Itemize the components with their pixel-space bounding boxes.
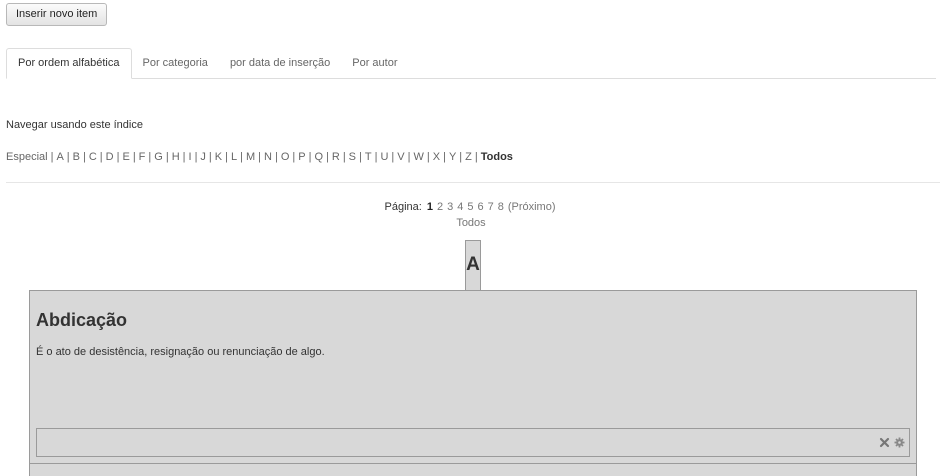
- index-letter-e[interactable]: E: [122, 151, 129, 163]
- index-letter-a[interactable]: A: [56, 151, 63, 163]
- index-all: Todos: [480, 151, 513, 163]
- index-heading: Navegar usando este índice: [6, 119, 143, 131]
- index-letter-m[interactable]: M: [246, 151, 255, 163]
- glossary-entry-next: [29, 463, 917, 476]
- index-letter-v[interactable]: V: [397, 151, 404, 163]
- page-link-8[interactable]: 8: [496, 201, 506, 213]
- index-separator: |: [326, 151, 329, 163]
- index-letter-r[interactable]: R: [332, 151, 340, 163]
- index-letter-g[interactable]: G: [154, 151, 163, 163]
- settings-icon[interactable]: [894, 437, 905, 448]
- index-separator: |: [274, 151, 278, 163]
- glossary-entry: Abdicação É o ato de desistência, resign…: [29, 290, 917, 464]
- index-separator: |: [342, 151, 346, 163]
- index-separator: |: [474, 151, 478, 163]
- index-separator: |: [182, 151, 186, 163]
- divider: [6, 182, 940, 183]
- page-link-6[interactable]: 6: [475, 201, 485, 213]
- index-letter-x[interactable]: X: [433, 151, 440, 163]
- tab-date[interactable]: por data de inserção: [219, 48, 341, 78]
- index-separator: |: [165, 151, 169, 163]
- index-separator: |: [359, 151, 362, 163]
- pagination-all[interactable]: Todos: [0, 217, 942, 229]
- index-letter-t[interactable]: T: [365, 151, 372, 163]
- pagination: Página: 1 2 3 4 5 6 7 8 (Próximo): [0, 201, 942, 213]
- index-letter-h[interactable]: H: [172, 151, 180, 163]
- section-letter: A: [465, 240, 481, 290]
- index-separator: |: [225, 151, 228, 163]
- index-letter-w[interactable]: W: [413, 151, 423, 163]
- index-separator: |: [148, 151, 152, 163]
- index-letter-d[interactable]: D: [106, 151, 114, 163]
- index-letter-c[interactable]: C: [89, 151, 97, 163]
- index-separator: |: [391, 151, 395, 163]
- glossary-page: Inserir novo item Por ordem alfabética P…: [0, 0, 942, 476]
- page-link-1: 1: [426, 201, 433, 213]
- entry-footer: [36, 428, 910, 457]
- page-link-5[interactable]: 5: [465, 201, 475, 213]
- index-separator: |: [426, 151, 430, 163]
- tab-alphabetical[interactable]: Por ordem alfabética: [6, 48, 132, 79]
- view-tabs: Por ordem alfabética Por categoria por d…: [6, 47, 936, 79]
- tab-author[interactable]: Por autor: [341, 48, 408, 78]
- page-link-3[interactable]: 3: [445, 201, 455, 213]
- index-letter-p[interactable]: P: [298, 151, 305, 163]
- page-link-4[interactable]: 4: [455, 201, 465, 213]
- pagination-next[interactable]: (Próximo): [506, 201, 558, 213]
- page-link-2[interactable]: 2: [435, 201, 445, 213]
- pagination-label: Página:: [384, 201, 422, 213]
- index-separator: |: [82, 151, 86, 163]
- index-letter-b[interactable]: B: [73, 151, 80, 163]
- index-letter-q[interactable]: Q: [314, 151, 323, 163]
- index-letter-z[interactable]: Z: [465, 151, 472, 163]
- tab-category[interactable]: Por categoria: [132, 48, 219, 78]
- index-letter-s[interactable]: S: [349, 151, 356, 163]
- index-separator: |: [258, 151, 261, 163]
- index-special[interactable]: Especial: [6, 151, 48, 163]
- index-letter-n[interactable]: N: [264, 151, 272, 163]
- page-link-7[interactable]: 7: [486, 201, 496, 213]
- delete-icon[interactable]: [879, 437, 890, 448]
- entry-description: É o ato de desistência, resignação ou re…: [36, 346, 325, 358]
- alphabet-index: Especial | A | B | C | D | E | F | G | H | I | J | K | L | M | N | O | P…: [6, 151, 513, 163]
- index-separator: |: [66, 151, 70, 163]
- index-separator: |: [292, 151, 296, 163]
- index-separator: |: [132, 151, 136, 163]
- index-separator: |: [240, 151, 243, 163]
- index-separator: |: [459, 151, 463, 163]
- insert-new-item-button[interactable]: Inserir novo item: [6, 3, 108, 26]
- entry-title: Abdicação: [36, 310, 128, 330]
- index-separator: |: [443, 151, 446, 163]
- index-separator: |: [99, 151, 103, 163]
- index-separator: |: [208, 151, 212, 163]
